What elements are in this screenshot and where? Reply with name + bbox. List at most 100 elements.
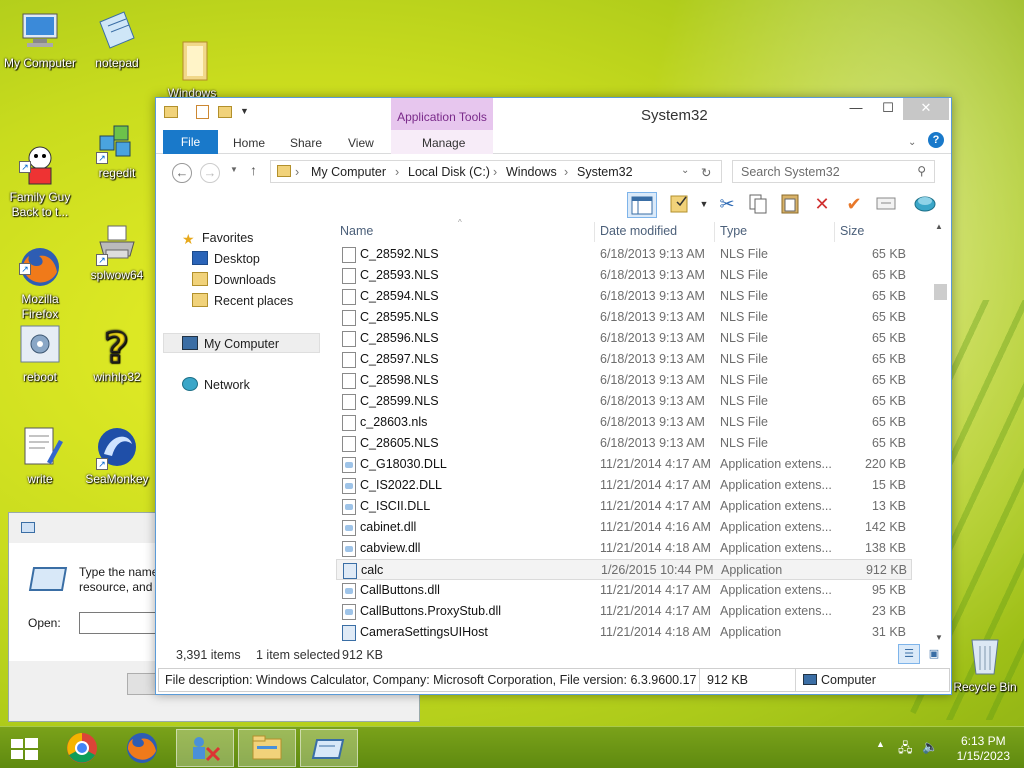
run-open-input[interactable] [79,612,159,634]
tab-home[interactable]: Home [233,133,265,153]
tab-view[interactable]: View [348,133,374,153]
table-row[interactable]: C_28598.NLS 6/18/2013 9:13 AM NLS File 65 K… [336,370,912,391]
table-row[interactable]: cabview.dll 11/21/2014 4:18 AM Application… [336,538,912,559]
network-status-icon[interactable]: 🖧 [898,739,913,761]
breadcrumb-my-computer[interactable]: My Computer [311,165,386,179]
delete-icon[interactable]: ✕ [810,192,834,216]
quick-access-folder-icon[interactable] [164,106,178,118]
scroll-up-icon[interactable]: ▲ [935,222,943,231]
explorer-window[interactable]: ▼ Application Tools System32 — ☐ ✕ File … [155,97,952,695]
scroll-down-icon[interactable]: ▼ [935,633,943,642]
address-dropdown-icon[interactable]: ⌄ [681,165,689,176]
show-hidden-icons-chevron-icon[interactable]: ▲ [876,739,885,749]
scroll-thumb[interactable] [934,284,947,300]
properties-dropdown-icon[interactable]: ▼ [692,192,716,216]
table-row[interactable]: CameraSettingsUIHost 11/21/2014 4:18 AM Ap… [336,622,912,643]
table-row[interactable]: CallButtons.ProxyStub.dll 11/21/2014 4:17… [336,601,912,622]
desktop-icon-reboot[interactable]: reboot [0,322,80,385]
desktop-icon-my-computer[interactable]: My Computer [0,8,80,71]
column-header-date[interactable]: Date modified [600,220,677,242]
run-ok-button[interactable] [127,673,157,695]
forward-button[interactable]: → [200,163,220,183]
taskbar-chrome[interactable] [56,729,108,767]
minimize-button[interactable]: — [841,98,871,120]
window-titlebar[interactable]: ▼ Application Tools System32 — ☐ ✕ [156,98,951,130]
file-type: Application extens... [720,583,832,597]
taskbar-remote-app[interactable] [176,729,234,767]
cut-icon[interactable]: ✂ [715,192,739,216]
column-header-type[interactable]: Type [720,220,747,242]
volume-icon[interactable]: 🔈 [922,739,938,755]
table-row[interactable]: C_28592.NLS 6/18/2013 9:13 AM NLS File 65 K… [336,244,912,265]
breadcrumb-local-disk[interactable]: Local Disk (C:) [408,165,490,179]
clock[interactable]: 6:13 PM 1/15/2023 [957,734,1010,764]
maximize-button[interactable]: ☐ [873,98,903,120]
table-row[interactable]: c_28603.nls 6/18/2013 9:13 AM NLS File 65 K… [336,412,912,433]
recent-locations-chevron-icon[interactable]: ▼ [230,165,238,174]
table-row-selected[interactable]: calc 1/26/2015 10:44 PM Application 912 KB [336,559,912,580]
help-icon[interactable]: ? [928,132,944,148]
table-row[interactable]: C_28599.NLS 6/18/2013 9:13 AM NLS File 65 K… [336,391,912,412]
ribbon-expand-chevron-icon[interactable]: ⌄ [908,133,916,153]
table-row[interactable]: C_28593.NLS 6/18/2013 9:13 AM NLS File 65 K… [336,265,912,286]
nav-downloads[interactable]: Downloads [192,270,276,290]
taskbar-file-explorer[interactable] [238,729,296,767]
up-arrow-icon[interactable]: ↑ [250,162,257,178]
table-row[interactable]: C_28605.NLS 6/18/2013 9:13 AM NLS File 65 K… [336,433,912,454]
table-row[interactable]: C_ISCII.DLL 11/21/2014 4:17 AM Application… [336,496,912,517]
column-header-name[interactable]: Name [340,220,373,242]
desktop-icon-seamonkey[interactable]: ↗ SeaMonkey [77,424,157,487]
start-button[interactable] [0,729,48,767]
table-row[interactable]: CallButtons.dll 11/21/2014 4:17 AM Applica… [336,580,912,601]
table-row[interactable]: C_G18030.DLL 11/21/2014 4:17 AM Applicatio… [336,454,912,475]
tab-share[interactable]: Share [290,133,322,153]
desktop-icon-winhlp32[interactable]: ? winhlp32 [77,322,157,385]
breadcrumb-windows[interactable]: Windows [506,165,557,179]
table-row[interactable]: C_IS2022.DLL 11/21/2014 4:17 AM Applicatio… [336,475,912,496]
large-icons-view-button[interactable]: ▣ [923,644,945,664]
desktop-icon-notepad[interactable]: notepad [77,8,157,71]
tab-manage[interactable]: Manage [422,133,465,153]
vertical-scrollbar[interactable]: ▲ ▼ [932,220,948,644]
quick-access-dropdown-icon[interactable]: ▼ [240,106,249,116]
properties-icon[interactable] [668,192,692,216]
preview-pane-button[interactable] [627,192,657,218]
rename-icon[interactable] [874,192,898,216]
desktop-icon-splwow64[interactable]: ↗ splwow64 [77,220,157,283]
tab-file[interactable]: File [163,130,218,154]
details-view-button[interactable]: ☰ [898,644,920,664]
table-row[interactable]: cabinet.dll 11/21/2014 4:16 AM Application… [336,517,912,538]
table-row[interactable]: C_28596.NLS 6/18/2013 9:13 AM NLS File 65 K… [336,328,912,349]
refresh-icon[interactable]: ↻ [701,165,711,180]
paste-icon[interactable] [778,192,802,216]
network-globe-icon[interactable] [913,192,937,216]
checkmark-icon[interactable]: ✔ [842,192,866,216]
desktop-icon-regedit[interactable]: ↗ regedit [77,118,157,181]
desktop-icon-write[interactable]: write [0,424,80,487]
nav-my-computer[interactable]: My Computer [163,333,320,353]
nav-favorites[interactable]: ★ Favorites [182,228,253,248]
breadcrumb-separator: › [395,165,400,179]
taskbar-run[interactable] [300,729,358,767]
table-row[interactable]: C_28597.NLS 6/18/2013 9:13 AM NLS File 65 K… [336,349,912,370]
quick-access-properties-icon[interactable] [196,105,209,119]
nav-network[interactable]: Network [182,375,250,395]
address-bar[interactable]: › My Computer › Local Disk (C:) › Window… [270,160,722,183]
taskbar-firefox[interactable] [116,729,168,767]
close-button[interactable]: ✕ [903,98,949,120]
desktop-icon-mozilla-firefox[interactable]: ↗ Mozilla Firefox [0,214,80,337]
column-header-size[interactable]: Size [840,220,864,242]
file-date: 11/21/2014 4:16 AM [600,520,711,534]
quick-access-new-folder-icon[interactable] [218,106,232,118]
table-row[interactable]: C_28594.NLS 6/18/2013 9:13 AM NLS File 65 K… [336,286,912,307]
nav-desktop[interactable]: Desktop [192,249,260,269]
table-row[interactable]: C_28595.NLS 6/18/2013 9:13 AM NLS File 65 K… [336,307,912,328]
file-date: 11/21/2014 4:17 AM [600,457,711,471]
breadcrumb-system32[interactable]: System32 [577,165,633,179]
desktop-icon-recycle-bin[interactable]: Recycle Bin [944,632,1024,695]
back-button[interactable]: ← [172,163,192,183]
nav-recent-places[interactable]: Recent places [192,291,293,311]
copy-icon[interactable] [746,192,770,216]
run-icon [21,522,35,533]
search-box[interactable]: Search System32 ⚲ [732,160,935,183]
